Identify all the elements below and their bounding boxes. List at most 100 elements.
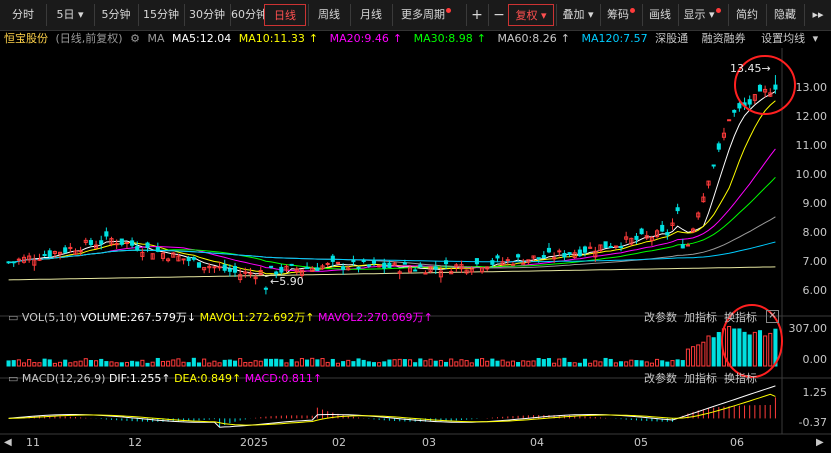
chevron-down-icon: ▾ xyxy=(540,9,547,22)
dif-value: DIF:1.255↑ xyxy=(109,372,171,385)
notification-dot-icon xyxy=(715,8,721,13)
macd-switch-indicator-button[interactable]: 换指标 xyxy=(724,372,757,386)
gear-icon[interactable]: ⚙ xyxy=(130,32,140,45)
period-tab-15min[interactable]: 15分钟 xyxy=(138,4,183,26)
simple-mode-button[interactable]: 简约 xyxy=(728,4,765,26)
volume-bar xyxy=(325,361,330,367)
panel-icon[interactable]: ▭ xyxy=(8,372,18,385)
candle-body xyxy=(603,241,608,249)
candle-body xyxy=(490,260,495,265)
period-tab-monthly[interactable]: 月线 xyxy=(350,4,391,26)
volume-bar xyxy=(577,362,582,367)
macd-header: ▭ MACD(12,26,9) DIF:1.255↑ DEA:0.849↑ MA… xyxy=(8,372,322,386)
price-y-tick: 10.00 xyxy=(795,168,828,182)
candle-body xyxy=(361,259,366,263)
macd-change-params-button[interactable]: 改参数 xyxy=(644,372,677,386)
dea-value: DEA:0.849↑ xyxy=(174,372,241,385)
volume-bar xyxy=(495,360,500,367)
volume-bar xyxy=(387,359,392,367)
period-tab-5min[interactable]: 5分钟 xyxy=(94,4,137,26)
volume-bar xyxy=(232,360,238,367)
volume-bar xyxy=(711,337,716,367)
panel-icon[interactable]: ▭ xyxy=(8,311,18,324)
period-tab-60min[interactable]: 60分钟 xyxy=(230,4,265,26)
candle-body xyxy=(212,266,217,269)
hide-button[interactable]: 隐藏 xyxy=(766,4,803,26)
close-icon[interactable]: × xyxy=(766,310,779,323)
arrow-up-icon: ↑ xyxy=(305,311,315,324)
volume-bar xyxy=(371,362,377,367)
chips-button[interactable]: 筹码 xyxy=(600,4,641,26)
scroll-left-icon[interactable]: ◀ xyxy=(4,436,12,450)
candle-body xyxy=(665,232,670,236)
scroll-right-icon[interactable]: ▶ xyxy=(816,436,824,450)
low-price-text: 5.90 xyxy=(279,275,304,288)
candle-body xyxy=(505,259,510,262)
dea-line xyxy=(8,393,776,426)
volume-bar xyxy=(335,362,341,367)
high-price-label: 13.45→ xyxy=(730,62,771,75)
margin-trading-link[interactable]: 融资融券 xyxy=(702,32,746,45)
period-tab-intraday[interactable]: 分时 xyxy=(2,4,44,26)
display-label: 显示 xyxy=(683,8,706,21)
volume-bar xyxy=(284,362,289,367)
volume-bar xyxy=(63,359,68,367)
volume-bar xyxy=(52,362,57,367)
vol-title[interactable]: VOL(5,10) xyxy=(22,311,77,324)
period-tab-daily[interactable]: 日线 xyxy=(264,4,306,26)
volume-bar xyxy=(68,362,73,367)
macd-title[interactable]: MACD(12,26,9) xyxy=(22,372,106,385)
volume-bar xyxy=(186,362,191,367)
period-tab-5day[interactable]: 5日 ▾ xyxy=(46,4,93,26)
candle-body xyxy=(42,254,47,257)
vol-add-indicator-button[interactable]: 加指标 xyxy=(684,311,717,325)
volume-bar xyxy=(670,360,675,367)
volume-bar xyxy=(685,348,690,367)
zoom-in-button[interactable]: + xyxy=(466,4,487,26)
volume-bar xyxy=(258,360,263,367)
volume-bar xyxy=(109,361,114,367)
ma-settings-button[interactable]: 设置均线 ▾ xyxy=(761,32,822,45)
candle-body xyxy=(418,264,423,268)
stock-name[interactable]: 恒宝股份 xyxy=(4,32,48,45)
candle-body xyxy=(536,257,541,260)
ma-info-bar: 恒宝股份 (日线,前复权) ⚙ MA MA5:12.04 MA10:11.33 ↑… xyxy=(0,30,831,48)
volume-bar xyxy=(222,359,227,367)
volume-bar xyxy=(361,359,366,367)
volume-bar xyxy=(727,325,732,367)
period-tab-more[interactable]: 更多周期 xyxy=(392,4,459,26)
volume-bar xyxy=(634,360,639,367)
volume-bar xyxy=(104,361,109,367)
candle-body xyxy=(732,109,737,113)
x-axis-label: 02 xyxy=(332,436,346,449)
arrow-up-icon: ↑ xyxy=(161,372,171,385)
volume-bar xyxy=(608,358,613,367)
candle-body xyxy=(618,246,624,249)
volume-bar xyxy=(701,341,706,367)
vol-change-params-button[interactable]: 改参数 xyxy=(644,311,677,325)
candle-body xyxy=(716,143,721,150)
sz-connect-link[interactable]: 深股通 xyxy=(655,32,688,45)
more-arrow-icon[interactable]: ▸▸ xyxy=(804,4,831,26)
zoom-out-button[interactable]: − xyxy=(488,4,509,26)
volume-bar xyxy=(449,358,454,367)
volume-bar xyxy=(6,360,11,367)
volume-bar xyxy=(680,360,685,367)
ma10-line xyxy=(8,100,776,275)
period-tab-weekly[interactable]: 周线 xyxy=(308,4,349,26)
macd-add-indicator-button[interactable]: 加指标 xyxy=(684,372,717,386)
volume-bar xyxy=(521,360,526,367)
volume-bar xyxy=(366,361,371,367)
volume-bar xyxy=(305,359,310,367)
chart-area[interactable] xyxy=(0,48,831,453)
period-tab-30min[interactable]: 30分钟 xyxy=(184,4,229,26)
volume-bar xyxy=(32,362,37,367)
volume-bar xyxy=(171,359,176,367)
vol-switch-indicator-button[interactable]: 换指标 xyxy=(724,311,757,325)
candle-body xyxy=(402,262,407,265)
draw-line-button[interactable]: 画线 xyxy=(642,4,677,26)
overlay-button[interactable]: 叠加 ▾ xyxy=(556,4,599,26)
fuquan-button[interactable]: 复权 ▾ xyxy=(508,4,554,26)
display-button[interactable]: 显示 ▾ xyxy=(678,4,725,26)
volume-bar xyxy=(176,358,181,367)
